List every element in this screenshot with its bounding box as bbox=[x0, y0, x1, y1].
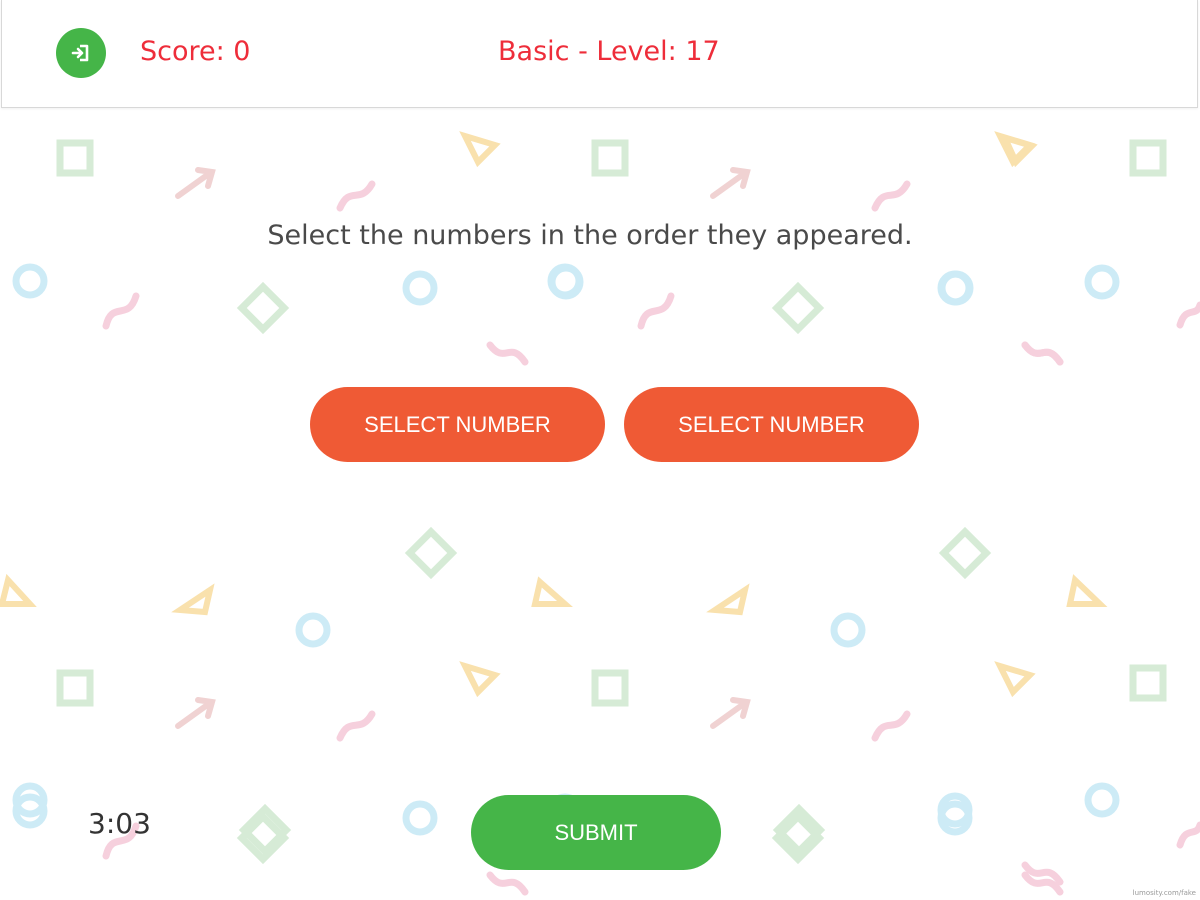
score-label: Score: 0 bbox=[140, 36, 251, 67]
exit-button[interactable] bbox=[56, 28, 106, 78]
select-number-button-1[interactable]: SELECT NUMBER bbox=[310, 387, 605, 462]
select-number-button-2[interactable]: SELECT NUMBER bbox=[624, 387, 919, 462]
game-screen: Score: 0 Basic - Level: 17 Select the nu… bbox=[0, 0, 1200, 900]
watermark-text: lumosity.com/fake bbox=[1132, 889, 1196, 897]
background-pattern bbox=[0, 0, 1200, 900]
exit-icon bbox=[71, 44, 89, 62]
instruction-text: Select the numbers in the order they app… bbox=[267, 220, 913, 251]
level-label: Basic - Level: 17 bbox=[498, 36, 720, 67]
submit-button[interactable]: SUBMIT bbox=[471, 795, 721, 870]
top-bar: Score: 0 Basic - Level: 17 bbox=[1, 0, 1198, 108]
countdown-timer: 3:03 bbox=[88, 807, 151, 840]
